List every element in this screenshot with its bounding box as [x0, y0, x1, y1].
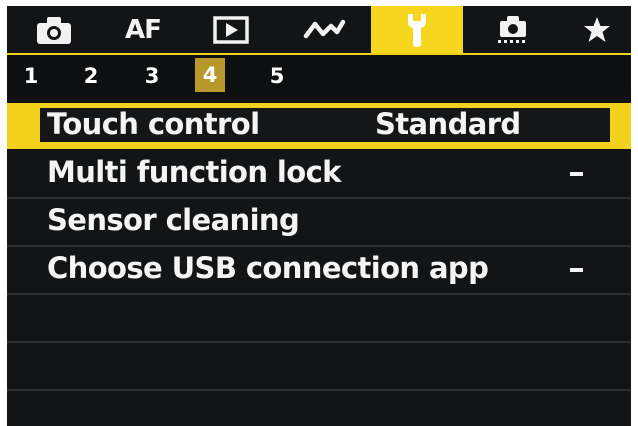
- tab-wave[interactable]: [287, 6, 363, 53]
- custom-wave-icon: [303, 19, 346, 38]
- page-1[interactable]: 1: [19, 61, 43, 91]
- wrench-icon: [408, 13, 426, 47]
- menu-item-touch-control[interactable]: Touch control Standard: [7, 103, 631, 149]
- menu-empty-row: [7, 295, 631, 343]
- page-3[interactable]: 3: [140, 61, 164, 91]
- camera-icon: [37, 16, 71, 44]
- menu-empty-row: [7, 391, 631, 426]
- tab-setup[interactable]: [371, 6, 463, 53]
- tab-my-menu[interactable]: [567, 6, 627, 53]
- playback-icon: [213, 15, 249, 44]
- menu-tab-bar: AF: [7, 6, 631, 53]
- page-4[interactable]: 4: [195, 58, 225, 92]
- tab-playback[interactable]: [195, 6, 267, 53]
- custom-functions-icon: [498, 15, 526, 43]
- tab-shooting[interactable]: [23, 6, 85, 53]
- menu-item-value-dash: [570, 172, 583, 176]
- tab-af-label: AF: [125, 14, 162, 45]
- menu-item-value: Standard: [375, 107, 521, 141]
- menu-item-value-dash: [570, 268, 583, 272]
- menu-item-sensor-cleaning[interactable]: Sensor cleaning: [7, 199, 631, 247]
- tab-custom-functions[interactable]: [477, 6, 549, 53]
- star-icon: [584, 16, 610, 42]
- menu-item-label: Choose USB connection app: [47, 251, 489, 285]
- page-5[interactable]: 5: [265, 61, 289, 91]
- menu-empty-row: [7, 343, 631, 391]
- menu-item-multi-function-lock[interactable]: Multi function lock: [7, 151, 631, 199]
- menu-item-label: Multi function lock: [47, 155, 341, 189]
- page-2[interactable]: 2: [79, 61, 103, 91]
- page-selector: 1 2 3 4 5: [7, 55, 631, 95]
- menu-item-usb-connection-app[interactable]: Choose USB connection app: [7, 247, 631, 295]
- menu-item-label: Touch control: [47, 107, 260, 141]
- menu-item-label: Sensor cleaning: [47, 203, 300, 237]
- tab-af[interactable]: AF: [107, 6, 179, 53]
- camera-menu-screen: AF 1 2 3 4 5 Touch control Standard Mult…: [7, 6, 631, 426]
